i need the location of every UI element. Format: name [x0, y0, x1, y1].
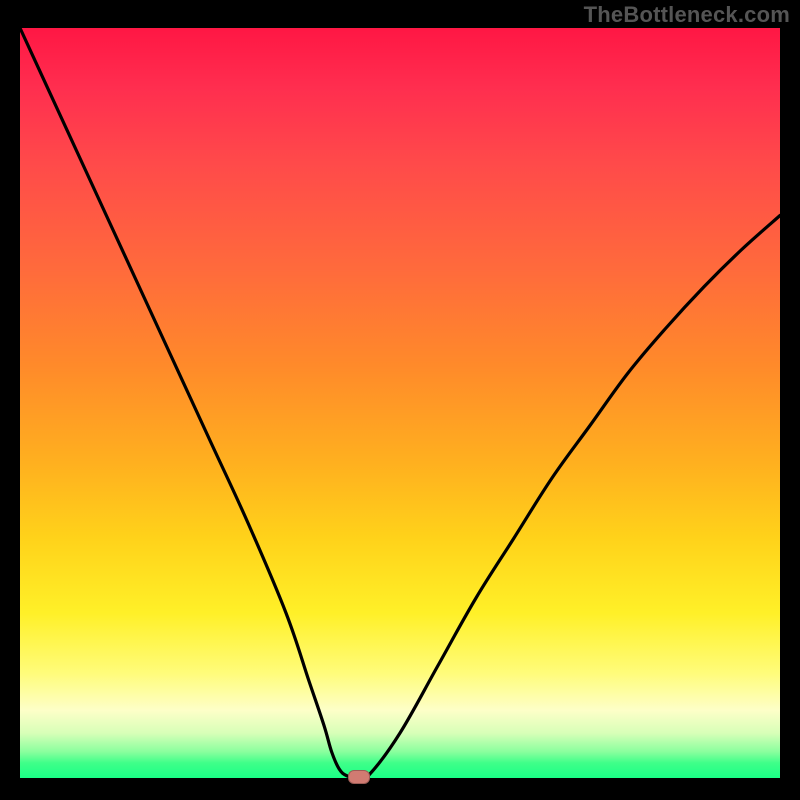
optimal-marker: [348, 770, 370, 784]
chart-frame: TheBottleneck.com: [0, 0, 800, 800]
watermark-text: TheBottleneck.com: [584, 2, 790, 28]
curve-path: [20, 28, 780, 779]
bottleneck-curve: [20, 28, 780, 778]
plot-area: [20, 28, 780, 778]
